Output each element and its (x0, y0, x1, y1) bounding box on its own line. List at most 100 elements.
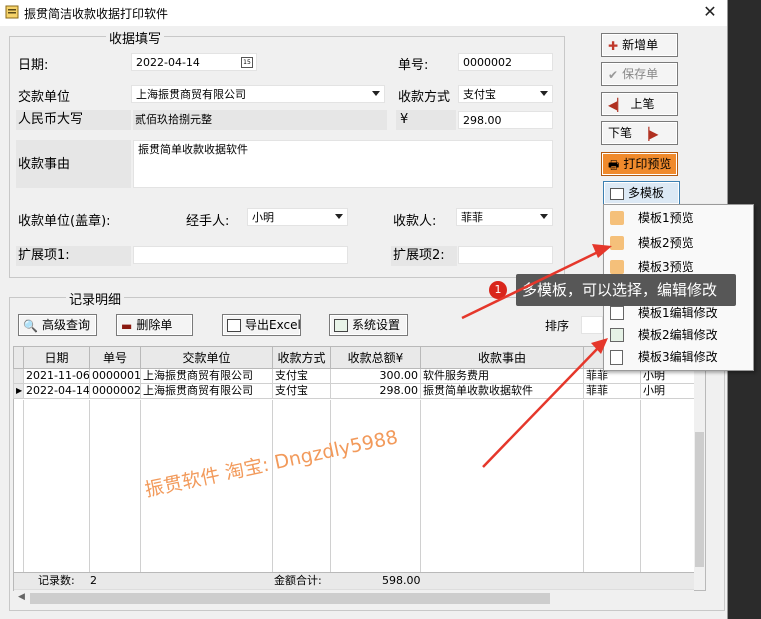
chevron-down-icon (372, 91, 380, 96)
date-field[interactable]: 2022-04-14 15 (131, 53, 257, 71)
no-field[interactable]: 0000002 (458, 53, 553, 71)
settings-button[interactable]: 系统设置 (329, 314, 408, 336)
grid-icon (610, 306, 624, 320)
records-group-title: 记录明细 (66, 289, 125, 308)
excel-icon (227, 319, 241, 332)
table-cell[interactable]: 2022-04-14 (23, 383, 90, 399)
table-cell[interactable]: 298.00 (330, 383, 421, 399)
chevron-down-icon (540, 214, 548, 219)
rmb-field: 贰佰玖拾捌元整 (133, 110, 387, 130)
count-value: 2 (90, 574, 97, 587)
prev-button[interactable]: ◀▏ 上笔 (601, 92, 678, 116)
export-button[interactable]: 导出Excel (222, 314, 301, 336)
table-cell[interactable]: 300.00 (330, 368, 421, 384)
sort-field[interactable] (581, 316, 603, 334)
payer-select[interactable]: 上海振贯商贸有限公司 (131, 85, 385, 103)
seal-label: 收款单位(盖章): (18, 214, 111, 229)
column-header[interactable]: 收款事由 (420, 346, 584, 369)
multi-template-button[interactable]: 多模板 (603, 181, 680, 205)
prev-icon: ◀▏ (608, 97, 627, 112)
table-row[interactable]: 2021-11-06 0000001 上海振贯商贸有限公司 支付宝 300.00… (13, 368, 695, 384)
table-cell[interactable]: 小明 (640, 383, 695, 399)
table-cell[interactable]: 软件服务费用 (420, 368, 584, 384)
printer-icon (610, 236, 624, 250)
amount-field[interactable]: 298.00 (458, 111, 553, 129)
table-cell[interactable]: 2021-11-06 (23, 368, 90, 384)
plus-icon: ✚ (608, 38, 619, 53)
annotation-tooltip: 多模板，可以选择，编辑修改 (516, 274, 736, 306)
edit-form-icon (610, 328, 624, 342)
vertical-scrollbar[interactable] (694, 347, 705, 590)
check-icon: ✔ (608, 67, 619, 82)
scrollbar-thumb[interactable] (30, 593, 550, 604)
settings-icon (334, 319, 348, 332)
table-cell[interactable]: 0000002 (89, 383, 141, 399)
method-label: 收款方式 (398, 90, 451, 105)
grid-lines (13, 400, 694, 572)
menu-item-template2-preview[interactable]: 模板2预览 (604, 231, 753, 255)
ext2-label: 扩展项2: (391, 246, 457, 266)
total-label: 金额合计: (274, 574, 322, 587)
handler-label: 经手人: (186, 214, 230, 229)
count-label: 记录数: (38, 574, 75, 587)
scrollbar-thumb[interactable] (695, 432, 704, 567)
scroll-left-icon[interactable]: ◀ (18, 592, 25, 602)
printer-icon: 🖶 (608, 157, 620, 172)
document-icon (610, 350, 623, 365)
row-selector-header (13, 346, 24, 369)
close-icon[interactable]: ✕ (699, 2, 721, 22)
title-bar: 振贯简洁收款收据打印软件 ✕ (0, 0, 727, 26)
horizontal-scrollbar[interactable]: ◀ (14, 589, 694, 607)
table-cell[interactable]: 支付宝 (272, 368, 331, 384)
grid-footer: 记录数: 2 金额合计: 598.00 (14, 572, 694, 589)
yen-label: ¥ (396, 110, 456, 130)
chevron-down-icon (540, 91, 548, 96)
column-header[interactable]: 日期 (23, 346, 90, 369)
method-select[interactable]: 支付宝 (458, 85, 553, 103)
menu-item-template1-preview[interactable]: 模板1预览 (604, 206, 753, 230)
ext1-label: 扩展项1: (16, 246, 131, 266)
receiver-select[interactable]: 菲菲 (456, 208, 553, 226)
row-selector[interactable] (13, 368, 24, 384)
printer-icon (610, 260, 624, 274)
ext2-field[interactable] (458, 246, 553, 264)
app-icon (5, 5, 19, 19)
current-row-icon[interactable]: ▶ (13, 383, 24, 399)
menu-item-template3-edit[interactable]: 模板3编辑修改 (604, 345, 753, 369)
form-group-title: 收据填写 (106, 28, 165, 47)
table-cell[interactable]: 支付宝 (272, 383, 331, 399)
search-button[interactable]: 🔍 高级查询 (18, 314, 97, 336)
table-cell[interactable]: 0000001 (89, 368, 141, 384)
column-header[interactable]: 交款单位 (140, 346, 273, 369)
ext1-field[interactable] (133, 246, 348, 264)
table-cell[interactable]: 上海振贯商贸有限公司 (140, 383, 273, 399)
save-button[interactable]: ✔ 保存单 (601, 62, 678, 86)
receiver-label: 收款人: (393, 214, 437, 229)
search-icon: 🔍 (23, 318, 38, 333)
reason-field[interactable]: 振贯简单收款收据软件 (133, 140, 553, 188)
annotation-badge: 1 (489, 281, 507, 299)
print-preview-button[interactable]: 🖶 打印预览 (601, 152, 678, 176)
template-icon (610, 187, 624, 200)
payer-label: 交款单位 (18, 90, 71, 105)
table-cell[interactable]: 上海振贯商贸有限公司 (140, 368, 273, 384)
date-label: 日期: (18, 58, 49, 73)
column-header[interactable]: 收款方式 (272, 346, 331, 369)
delete-button[interactable]: ▬ 删除单 (116, 314, 193, 336)
menu-item-template2-edit[interactable]: 模板2编辑修改 (604, 323, 753, 347)
column-header[interactable]: 收款总额¥ (330, 346, 421, 369)
printer-icon (610, 211, 624, 225)
records-table: 日期 单号 交款单位 收款方式 收款总额¥ 收款事由 收 经 2021-11-0… (13, 346, 695, 399)
new-button[interactable]: ✚ 新增单 (601, 33, 678, 57)
table-cell[interactable]: 振贯简单收款收据软件 (420, 383, 584, 399)
calendar-icon[interactable]: 15 (241, 57, 253, 68)
rmb-label: 人民币大写 (16, 110, 131, 130)
sort-label: 排序 (545, 319, 570, 333)
column-header[interactable]: 单号 (89, 346, 141, 369)
table-row[interactable]: ▶ 2022-04-14 0000002 上海振贯商贸有限公司 支付宝 298.… (13, 383, 695, 399)
next-icon: ▕▶ (640, 126, 659, 141)
next-button[interactable]: 下笔 ▕▶ (601, 121, 678, 145)
table-cell[interactable]: 菲菲 (583, 383, 641, 399)
handler-select[interactable]: 小明 (247, 208, 348, 226)
chevron-down-icon (335, 214, 343, 219)
